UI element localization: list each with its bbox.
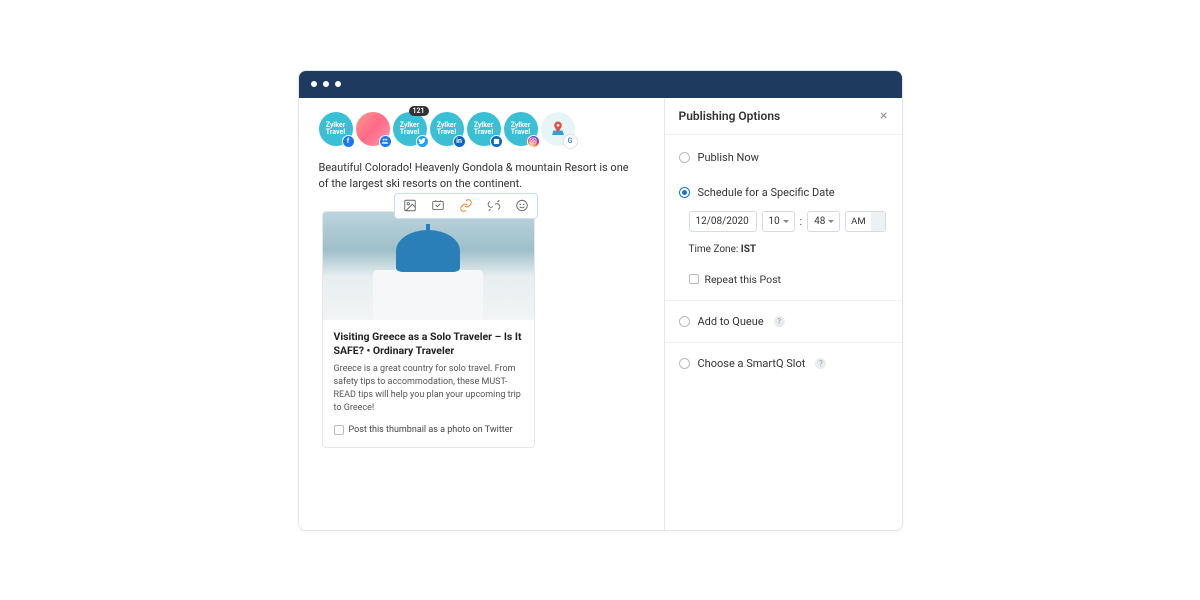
twitter-icon [416,135,429,148]
twitter-thumbnail-label: Post this thumbnail as a photo on Twitte… [349,425,513,435]
radio-icon [679,316,690,327]
repeat-label: Repeat this Post [705,273,781,286]
time-separator: : [800,215,803,228]
twitter-thumbnail-checkbox[interactable]: Post this thumbnail as a photo on Twitte… [334,425,523,435]
channel-linkedin[interactable]: Zylker Travel in [430,112,464,146]
option-label: Schedule for a Specific Date [698,186,835,199]
meridiem-toggle[interactable]: AM [845,211,886,232]
date-input[interactable]: 12/08/2020 [689,211,757,232]
group-icon [379,135,392,148]
channel-twitter[interactable]: 121 Zylker Travel [393,112,427,146]
window-control-dot[interactable] [311,81,317,87]
linkedin-icon: in [453,135,466,148]
window-control-dot[interactable] [335,81,341,87]
facebook-icon: f [342,135,355,148]
traffic-lights [311,81,341,87]
hour-select[interactable]: 10 [762,211,795,232]
preview-title: Visiting Greece as a Solo Traveler – Is … [334,330,523,358]
panel-title: Publishing Options [679,109,781,123]
count-badge: 121 [409,106,429,116]
window-control-dot[interactable] [323,81,329,87]
help-icon[interactable]: ? [815,358,826,369]
compose-pane: Zylker Travel f 121 Zylker Travel [299,98,664,530]
channel-selector: Zylker Travel f 121 Zylker Travel [319,112,654,146]
radio-icon [679,152,690,163]
option-smartq[interactable]: Choose a SmartQ Slot ? [679,343,888,384]
window-titlebar [299,71,902,98]
checkbox-icon [334,425,344,435]
channel-label: Zylker Travel [430,122,464,135]
radio-icon [679,358,690,369]
schedule-controls: 12/08/2020 10 : 48 AM Time Zone: IST [679,211,888,286]
timezone-label: Time Zone: IST [679,244,888,255]
option-schedule-date[interactable]: Schedule for a Specific Date [679,182,888,203]
channel-label: Zylker Travel [319,122,353,135]
channel-facebook[interactable]: Zylker Travel f [319,112,353,146]
radio-icon [679,187,690,198]
link-preview-wrap: Visiting Greece as a Solo Traveler – Is … [319,211,654,449]
chevron-down-icon [783,220,789,223]
map-pin-icon [549,120,567,138]
close-icon[interactable]: × [880,109,887,123]
preview-description: Greece is a great country for solo trave… [334,363,523,415]
repeat-post-checkbox[interactable]: Repeat this Post [689,273,888,286]
channel-facebook-group[interactable] [356,112,390,146]
option-label: Choose a SmartQ Slot [698,357,806,370]
help-icon[interactable]: ? [774,316,785,327]
channel-label: Zylker Travel [467,122,501,135]
image-icon[interactable] [403,199,417,213]
meridiem-am: AM [846,212,871,231]
emoji-icon[interactable] [515,199,529,213]
google-icon: G [564,135,577,148]
channel-label: Zylker Travel [504,122,538,135]
option-label: Add to Queue [698,315,764,328]
channel-instagram[interactable]: Zylker Travel [504,112,538,146]
option-publish-now[interactable]: Publish Now [679,147,888,168]
preview-image [323,212,534,320]
channel-google[interactable]: G [541,112,575,146]
publishing-options-panel: Publishing Options × Publish Now Schedul… [664,98,902,530]
post-text[interactable]: Beautiful Colorado! Heavenly Gondola & m… [319,160,654,193]
linkedin-page-icon [490,135,503,148]
link-icon[interactable] [459,199,473,213]
checkbox-icon [689,274,699,284]
media-library-icon[interactable] [431,199,445,213]
compose-toolbar [394,193,538,219]
compose-window: Zylker Travel f 121 Zylker Travel [298,70,903,531]
channel-linkedin-page[interactable]: Zylker Travel [467,112,501,146]
channel-label: Zylker Travel [393,122,427,135]
minute-select[interactable]: 48 [807,211,840,232]
chevron-down-icon [828,220,834,223]
panel-body: Publish Now Schedule for a Specific Date… [665,135,902,384]
shorten-link-icon[interactable] [487,199,501,213]
instagram-icon [527,135,540,148]
panel-header: Publishing Options × [665,98,902,135]
content-area: Zylker Travel f 121 Zylker Travel [299,98,902,530]
option-label: Publish Now [698,151,759,164]
option-add-queue[interactable]: Add to Queue ? [679,301,888,342]
link-preview-card: Visiting Greece as a Solo Traveler – Is … [322,211,535,449]
meridiem-pm [871,212,886,231]
